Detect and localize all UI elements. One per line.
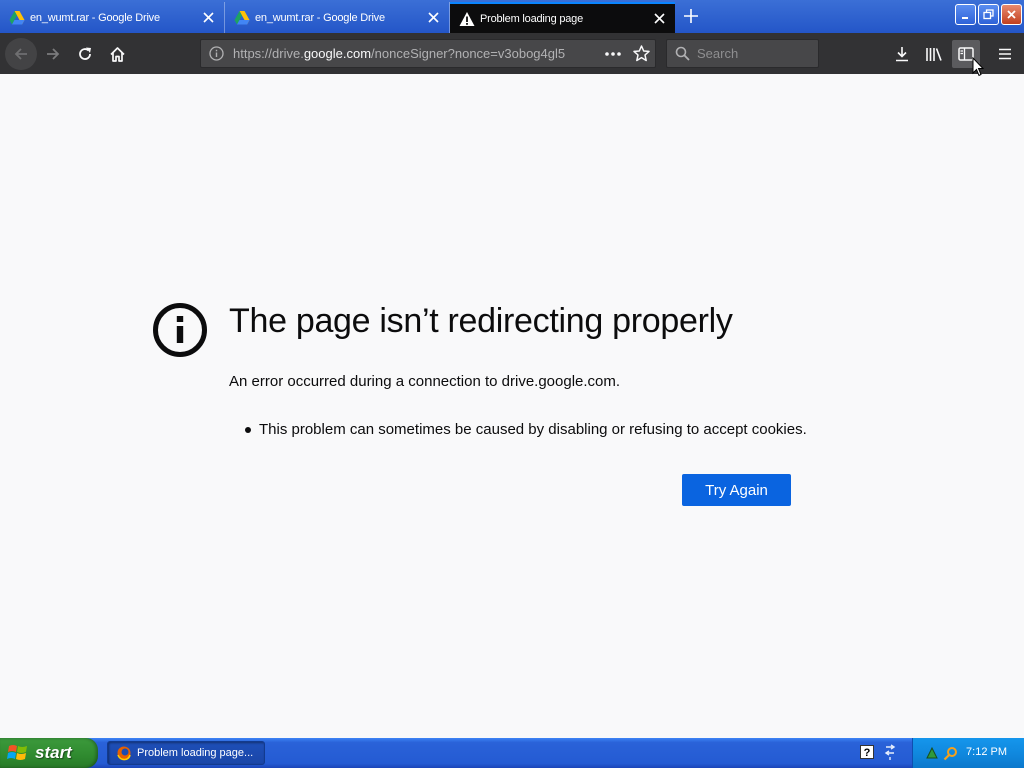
start-button[interactable]: start: [0, 738, 98, 768]
network-arrows-icon[interactable]: [883, 744, 897, 761]
google-drive-icon: [9, 10, 25, 24]
address-bar[interactable]: https://drive.google.com/nonceSigner?non…: [200, 39, 656, 68]
search-input[interactable]: [697, 46, 817, 61]
tray-app-icon[interactable]: [925, 746, 939, 760]
error-page: The page isn’t redirecting properly An e…: [0, 74, 1024, 738]
tab-strip: en_wumt.rar - Google Drive en_wumt.rar -…: [0, 0, 1024, 33]
reload-icon: [79, 47, 91, 60]
start-label: start: [35, 743, 72, 762]
library-icon: [926, 48, 942, 61]
url-text[interactable]: https://drive.google.com/nonceSigner?non…: [231, 46, 599, 61]
taskbar: start Problem loading page... ? 7:12 PM: [0, 738, 1024, 768]
page-actions-icon[interactable]: [599, 51, 627, 56]
downloads-button[interactable]: [888, 40, 916, 68]
menu-button[interactable]: [991, 40, 1019, 68]
error-hint-list: This problem can sometimes be caused by …: [229, 421, 807, 438]
tab-title: en_wumt.rar - Google Drive: [30, 11, 160, 24]
close-window-button[interactable]: [1001, 4, 1022, 25]
bullet-icon: [245, 427, 251, 433]
url-prefix: https://drive.: [233, 46, 304, 61]
system-tray: 7:12 PM: [912, 738, 1024, 768]
home-icon: [109, 46, 125, 62]
home-button[interactable]: [103, 40, 131, 68]
arrow-right-icon: [47, 48, 60, 60]
list-item: This problem can sometimes be caused by …: [229, 421, 807, 438]
close-icon: [1007, 10, 1016, 19]
sidebar-icon: [958, 47, 974, 61]
search-box[interactable]: [666, 39, 819, 68]
url-host: google.com: [303, 46, 372, 61]
sidebar-toggle-button[interactable]: [952, 40, 980, 68]
warning-icon: [459, 11, 475, 26]
url-path: /nonceSigner?nonce=v3obog4gl5: [371, 46, 566, 61]
tab-title: en_wumt.rar - Google Drive: [255, 11, 385, 24]
info-icon[interactable]: [201, 46, 231, 61]
plus-icon: [684, 9, 698, 23]
error-description: An error occurred during a connection to…: [229, 373, 621, 390]
close-icon[interactable]: [200, 10, 216, 26]
svg-text:?: ?: [864, 747, 871, 759]
tab-google-drive-2[interactable]: en_wumt.rar - Google Drive: [225, 2, 450, 33]
taskbar-item-label: Problem loading page...: [137, 747, 254, 759]
minimize-button[interactable]: [955, 4, 976, 25]
download-icon: [896, 47, 908, 62]
magnifier-icon[interactable]: [943, 746, 958, 761]
info-icon: [153, 303, 207, 357]
arrow-left-icon: [14, 48, 27, 60]
close-icon[interactable]: [425, 10, 441, 26]
help-icon[interactable]: ?: [860, 745, 874, 759]
hamburger-menu-icon: [999, 48, 1011, 60]
library-button[interactable]: [920, 40, 948, 68]
try-again-button[interactable]: Try Again: [682, 474, 791, 506]
close-icon[interactable]: [651, 11, 667, 27]
search-icon: [667, 46, 697, 61]
taskbar-item-firefox[interactable]: Problem loading page...: [107, 741, 265, 765]
restore-icon: [983, 9, 994, 20]
tab-google-drive-1[interactable]: en_wumt.rar - Google Drive: [0, 2, 225, 33]
restore-button[interactable]: [978, 4, 999, 25]
reload-button[interactable]: [71, 40, 99, 68]
error-title: The page isn’t redirecting properly: [229, 302, 733, 340]
new-tab-button[interactable]: [680, 4, 702, 28]
tab-title: Problem loading page: [480, 12, 584, 25]
windows-logo-icon: [7, 745, 27, 760]
error-hint: This problem can sometimes be caused by …: [259, 421, 807, 438]
clock[interactable]: 7:12 PM: [966, 746, 1007, 758]
firefox-icon: [117, 746, 131, 761]
back-button[interactable]: [5, 38, 37, 70]
minimize-icon: [962, 17, 968, 19]
google-drive-icon: [234, 10, 250, 24]
forward-button[interactable]: [39, 40, 67, 68]
tab-problem-loading[interactable]: Problem loading page: [450, 2, 675, 33]
bookmark-star-icon[interactable]: [627, 45, 655, 62]
navigation-toolbar: https://drive.google.com/nonceSigner?non…: [0, 33, 1024, 75]
